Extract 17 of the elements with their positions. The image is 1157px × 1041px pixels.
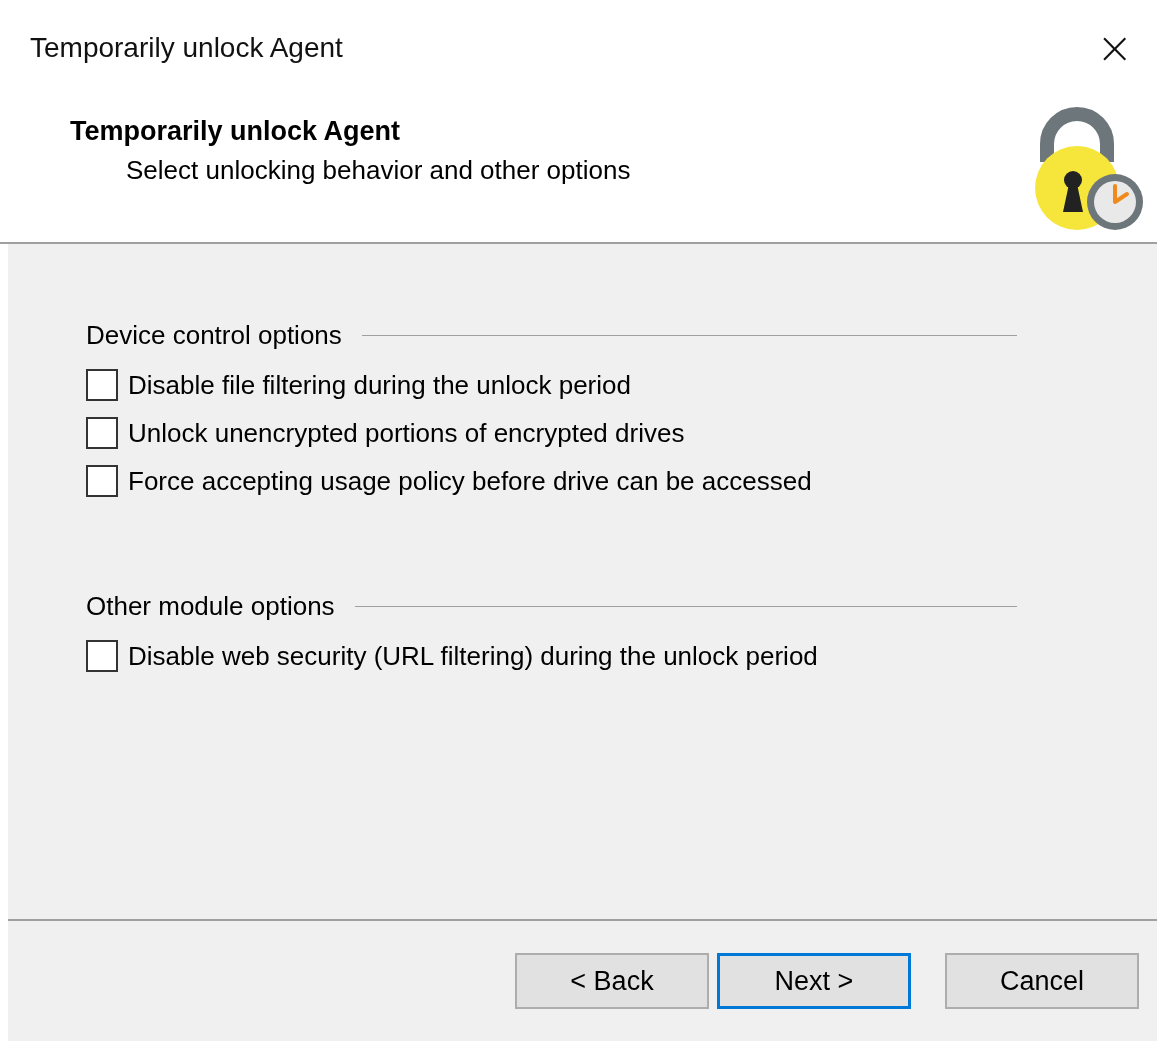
- checkbox[interactable]: [86, 640, 118, 672]
- window-title: Temporarily unlock Agent: [30, 32, 343, 64]
- close-button[interactable]: ×: [1090, 26, 1139, 70]
- dialog-button[interactable]: Next >: [717, 953, 911, 1009]
- page-title: Temporarily unlock Agent: [70, 116, 402, 147]
- checkbox[interactable]: [86, 465, 118, 497]
- dialog-button[interactable]: Cancel: [945, 953, 1139, 1009]
- group-label: Other module options: [86, 591, 335, 622]
- page-subtitle: Select unlocking behavior and other options: [125, 155, 631, 186]
- checkbox[interactable]: [86, 369, 118, 401]
- dialog-button[interactable]: < Back: [515, 953, 709, 1009]
- checkbox-label[interactable]: Disable web security (URL filtering) during the unlock period: [128, 640, 818, 672]
- checkbox-label[interactable]: Force accepting usage policy before drive can be accessed: [128, 465, 812, 497]
- group-label: Device control options: [86, 320, 342, 351]
- checkbox-label[interactable]: Disable file filtering during the unlock period: [128, 369, 631, 401]
- checkbox[interactable]: [86, 417, 118, 449]
- checkbox-label[interactable]: Unlock unencrypted portions of encrypted drives: [128, 417, 685, 449]
